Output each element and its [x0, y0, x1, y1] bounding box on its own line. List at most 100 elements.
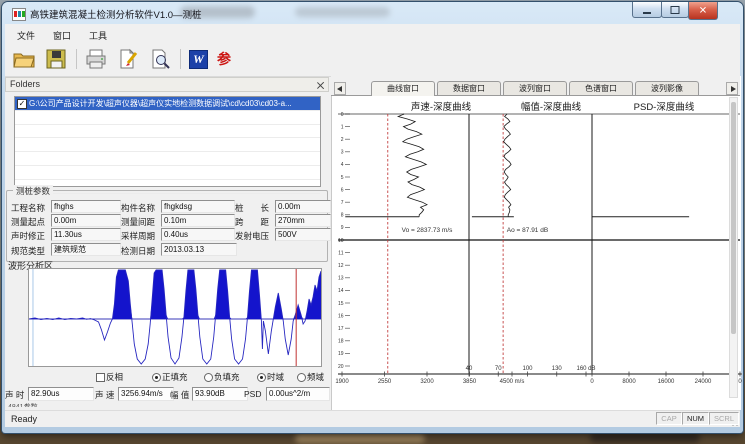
velocity-curve	[398, 114, 427, 217]
param-value-field[interactable]: 2013.03.13	[161, 243, 237, 256]
menu-file[interactable]: 文件	[12, 26, 40, 44]
param-value-field[interactable]: 建筑规范	[51, 243, 121, 256]
folders-panel-header[interactable]: Folders	[5, 77, 329, 92]
toolbar-separator	[76, 49, 77, 69]
svg-text:0: 0	[341, 112, 344, 118]
toolbar: W 参	[5, 44, 740, 77]
folders-list[interactable]: ✓G:\公司产品设计开发\超声仪器\超声仪实地检测数据调试\cd\cd03\cd…	[14, 96, 321, 187]
list-row-empty[interactable]	[15, 152, 320, 166]
list-row-empty[interactable]	[15, 138, 320, 152]
parameters-button[interactable]: 参	[212, 47, 236, 71]
param-label: 检测日期	[121, 245, 155, 257]
param-label: 构件名称	[121, 202, 155, 214]
svg-text:11: 11	[338, 250, 343, 256]
svg-text:3200: 3200	[420, 379, 434, 385]
param-value-field[interactable]: 0.00m	[275, 200, 331, 213]
window-title: 高铁建筑混凝土检测分析软件V1.0—测桩	[30, 7, 202, 21]
fill-positive-radio[interactable]	[152, 373, 161, 382]
frequency-domain-radio[interactable]	[297, 373, 306, 382]
titlebar-glass-reflection	[295, 7, 390, 17]
chevron-left-icon	[337, 86, 342, 92]
param-label: 跨 距	[235, 216, 269, 228]
param-value-field[interactable]: 11.30us	[51, 228, 121, 241]
save-icon	[44, 47, 68, 71]
maximize-icon	[671, 6, 680, 14]
menubar: 文件窗口工具	[12, 26, 112, 44]
param-value-field[interactable]: fhghs	[51, 200, 121, 213]
param-value-field[interactable]: 270mm	[275, 214, 331, 227]
tab-spectrum-window[interactable]: 色谱窗口	[569, 81, 633, 95]
param-value-field[interactable]: 500V	[275, 228, 331, 241]
list-row-empty[interactable]	[15, 111, 320, 125]
svg-text:70: 70	[495, 366, 502, 372]
menu-window[interactable]: 窗口	[48, 26, 76, 44]
desktop-wallpaper-blob	[295, 433, 425, 443]
fill-negative-radio[interactable]	[204, 373, 213, 382]
tab-wave-train-image[interactable]: 波列影像	[635, 81, 699, 95]
svg-text:24000: 24000	[695, 379, 712, 385]
tab-data-window[interactable]: 数据窗口	[437, 81, 501, 95]
maximize-button[interactable]	[661, 2, 689, 18]
tab-wave-train-window[interactable]: 波列窗口	[503, 81, 567, 95]
list-row-empty[interactable]	[15, 125, 320, 139]
param-value-field[interactable]: 0.10m	[161, 214, 235, 227]
amplitude-field[interactable]: 93.90dB	[192, 387, 248, 401]
desktop: 高铁建筑混凝土检测分析软件V1.0—测桩 ✕ 文件窗口工具	[0, 0, 745, 444]
svg-text:0: 0	[590, 379, 594, 385]
print-button[interactable]	[84, 47, 108, 71]
svg-text:3: 3	[341, 150, 344, 156]
time-domain-radio[interactable]	[257, 373, 266, 382]
param-value-field[interactable]: 0.00m	[51, 214, 121, 227]
tab-scroll-left-button[interactable]	[334, 82, 346, 95]
waveform-positive-fill	[29, 270, 321, 319]
sound-speed-field[interactable]: 3256.94m/s	[118, 387, 174, 401]
chevron-right-icon	[731, 86, 736, 92]
fill-negative-label: 负填充	[214, 371, 240, 383]
param-label: 规范类型	[11, 245, 45, 257]
svg-text:10: 10	[338, 238, 344, 244]
menu-tools[interactable]: 工具	[84, 26, 112, 44]
minimize-button[interactable]	[632, 2, 662, 18]
titlebar[interactable]: 高铁建筑混凝土检测分析软件V1.0—测桩	[5, 2, 740, 24]
minimize-icon	[643, 12, 651, 14]
scrollbar-thumb[interactable]	[731, 102, 736, 334]
desktop-wallpaper-blob	[590, 432, 700, 443]
param-value-field[interactable]: 0.40us	[161, 228, 235, 241]
vertical-scrollbar[interactable]	[729, 97, 738, 398]
svg-text:8: 8	[341, 213, 344, 219]
svg-text:130: 130	[552, 366, 563, 372]
wave-analysis-plot[interactable]	[28, 268, 322, 367]
export-button[interactable]	[116, 47, 140, 71]
psd-field[interactable]: 0.00us^2/m	[266, 387, 330, 401]
parameters-icon: 参	[212, 47, 236, 71]
list-item-selected[interactable]: ✓G:\公司产品设计开发\超声仪器\超声仪实地检测数据调试\cd\cd03\cd…	[15, 97, 320, 111]
svg-text:8000: 8000	[622, 379, 636, 385]
time-domain-label: 时域	[267, 371, 284, 383]
fill-positive-label: 正填充	[162, 371, 188, 383]
depth-profile-charts[interactable]: 0123456789101112131415161718192019002550…	[332, 110, 742, 400]
invert-checkbox[interactable]	[96, 373, 105, 382]
folders-close-icon[interactable]	[316, 81, 324, 89]
param-value-field[interactable]: fhgkdsg	[161, 200, 235, 213]
sound-speed-label: 声 速	[95, 389, 114, 401]
svg-text:7: 7	[341, 200, 344, 206]
list-item-checkbox[interactable]: ✓	[17, 99, 27, 109]
save-button[interactable]	[44, 47, 68, 71]
list-row-empty[interactable]	[15, 166, 320, 180]
open-file-button[interactable]	[12, 47, 36, 71]
svg-text:160 dB: 160 dB	[576, 366, 595, 372]
close-button[interactable]: ✕	[688, 2, 718, 20]
svg-text:4500 m/s: 4500 m/s	[500, 379, 525, 385]
word-export-button[interactable]: W	[186, 47, 210, 71]
sound-time-field[interactable]: 82.90us	[28, 387, 94, 401]
print-preview-button[interactable]	[148, 47, 172, 71]
statusbar: Ready	[5, 410, 740, 427]
svg-text:16000: 16000	[658, 379, 675, 385]
svg-text:14: 14	[338, 288, 344, 294]
tab-scroll-right-button[interactable]	[726, 82, 738, 95]
tab-curve-window[interactable]: 曲线窗口	[371, 81, 435, 96]
param-label: 采样周期	[121, 230, 155, 242]
sound-time-label: 声 时	[5, 389, 24, 401]
svg-text:5: 5	[341, 175, 344, 181]
param-label: 发射电压	[235, 230, 269, 242]
